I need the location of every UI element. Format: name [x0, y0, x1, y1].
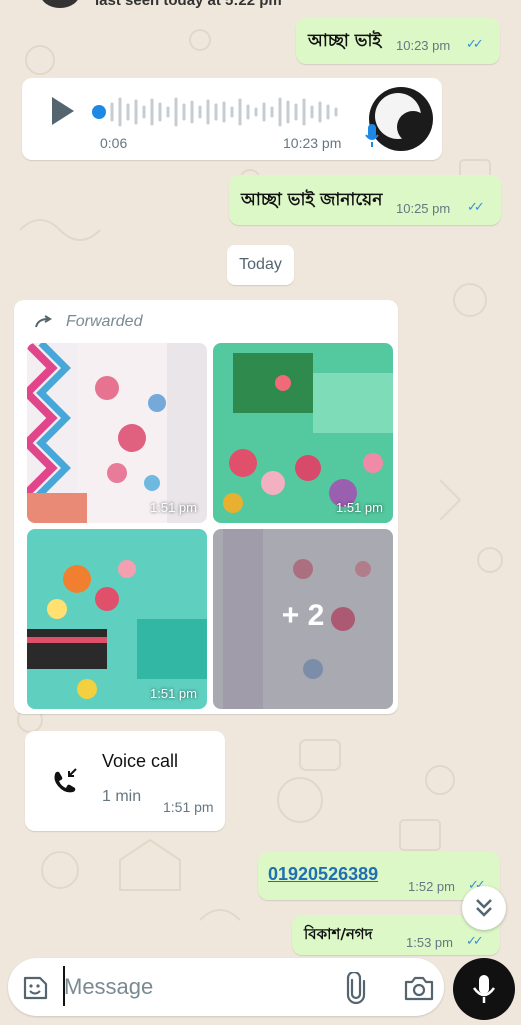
- more-images-count: + 2: [281, 599, 325, 632]
- outgoing-message[interactable]: আচ্ছা ভাই 10:23 pm ✓✓: [296, 18, 500, 64]
- last-seen-status: last seen today at 5:22 pm: [95, 0, 282, 9]
- voice-duration: 0:06: [100, 135, 128, 151]
- message-time: 10:23 pm: [396, 38, 451, 53]
- sticker-smile-icon[interactable]: [20, 973, 50, 1003]
- album-image[interactable]: 1:51 pm: [27, 529, 207, 709]
- read-ticks-icon: ✓✓: [466, 933, 484, 948]
- outgoing-message[interactable]: আচ্ছা ভাই জানায়েন 10:25 pm ✓✓: [229, 175, 501, 225]
- message-text: বিকাশ/নগদ: [304, 925, 373, 943]
- camera-icon[interactable]: [403, 973, 435, 1003]
- scroll-to-bottom-button[interactable]: [462, 886, 506, 930]
- double-chevron-down-icon: [476, 899, 492, 917]
- call-icon-badge: [38, 756, 92, 810]
- read-ticks-icon: ✓✓: [467, 199, 485, 214]
- message-time: 1:51 pm: [163, 799, 214, 815]
- phone-number-link[interactable]: 01920526389: [268, 864, 378, 885]
- message-text: আচ্ছা ভাই: [308, 31, 382, 51]
- date-divider: Today: [227, 245, 294, 285]
- message-text: আচ্ছা ভাই জানায়েন: [241, 190, 383, 210]
- image-time: 1:51 pm: [150, 686, 197, 701]
- call-duration: 1 min: [102, 788, 142, 805]
- microphone-icon: [365, 124, 379, 147]
- voice-waveform[interactable]: [108, 95, 340, 129]
- forwarded-label: Forwarded: [66, 313, 143, 330]
- album-image[interactable]: 1:51 pm: [213, 343, 393, 523]
- message-time: 10:23 pm: [283, 135, 342, 151]
- read-ticks-icon: ✓✓: [466, 36, 484, 51]
- message-time: 1:53 pm: [406, 935, 453, 950]
- voice-progress-handle[interactable]: [92, 105, 106, 119]
- image-time: 1:51 pm: [336, 500, 383, 515]
- incoming-call-icon: [54, 768, 77, 793]
- paperclip-icon[interactable]: [343, 972, 369, 1004]
- forward-arrow-icon: [35, 315, 52, 328]
- microphone-icon: [472, 975, 496, 1003]
- album-image[interactable]: 1:51 pm: [27, 343, 207, 523]
- message-input[interactable]: [64, 966, 334, 1008]
- album-image-more[interactable]: + 2: [213, 529, 393, 709]
- image-time: 1:51 pm: [150, 500, 197, 515]
- play-icon[interactable]: [52, 97, 74, 125]
- call-title: Voice call: [102, 751, 179, 771]
- message-time: 1:52 pm: [408, 879, 455, 894]
- record-voice-button[interactable]: [453, 958, 515, 1020]
- message-time: 10:25 pm: [396, 201, 451, 216]
